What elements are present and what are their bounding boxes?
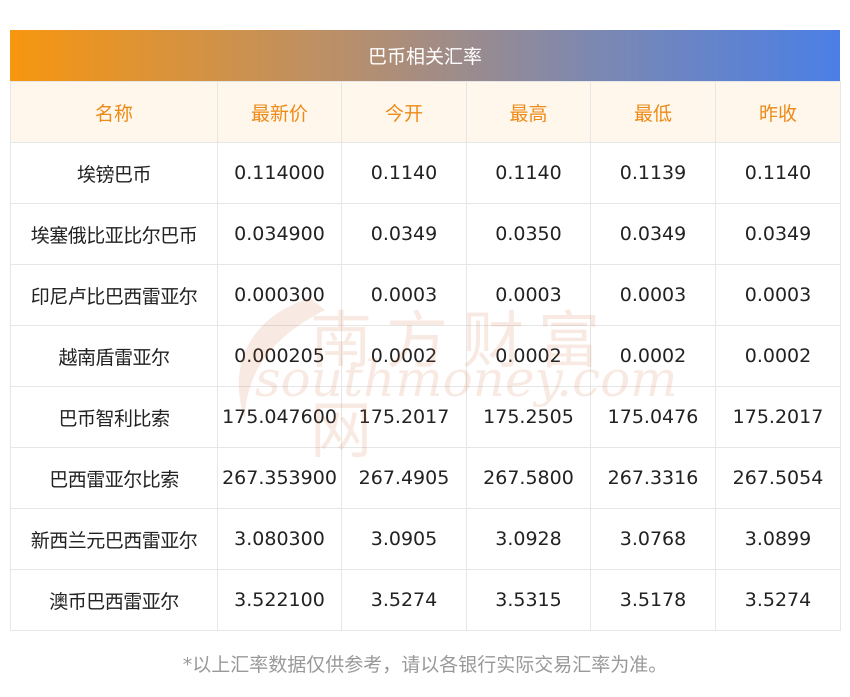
table-row: 越南盾雷亚尔 0.000205 0.0002 0.0002 0.0002 0.0… <box>10 325 841 387</box>
column-header-name: 名称 <box>10 81 218 143</box>
low-price: 267.3316 <box>590 447 716 509</box>
open-price: 3.5274 <box>341 569 467 631</box>
table-header-row: 名称 最新价 今开 最高 最低 昨收 <box>10 81 841 143</box>
table-row: 新西兰元巴西雷亚尔 3.080300 3.0905 3.0928 3.0768 … <box>10 508 841 570</box>
currency-pair-name: 巴币智利比索 <box>10 386 218 448</box>
column-header-low: 最低 <box>590 81 716 143</box>
latest-price: 0.114000 <box>217 142 342 204</box>
table-title-banner: 巴币相关汇率 <box>10 30 840 81</box>
high-price: 267.5800 <box>466 447 591 509</box>
column-header-latest: 最新价 <box>217 81 342 143</box>
high-price: 175.2505 <box>466 386 591 448</box>
open-price: 0.0003 <box>341 264 467 326</box>
table-row: 巴西雷亚尔比索 267.353900 267.4905 267.5800 267… <box>10 447 841 509</box>
prev-close-price: 0.0003 <box>715 264 841 326</box>
low-price: 0.0003 <box>590 264 716 326</box>
prev-close-price: 0.0002 <box>715 325 841 387</box>
currency-pair-name: 埃塞俄比亚比尔巴币 <box>10 203 218 265</box>
column-header-open: 今开 <box>341 81 467 143</box>
low-price: 0.0002 <box>590 325 716 387</box>
prev-close-price: 3.0899 <box>715 508 841 570</box>
column-header-prev-close: 昨收 <box>715 81 841 143</box>
latest-price: 267.353900 <box>217 447 342 509</box>
low-price: 0.1139 <box>590 142 716 204</box>
high-price: 3.5315 <box>466 569 591 631</box>
currency-pair-name: 越南盾雷亚尔 <box>10 325 218 387</box>
latest-price: 175.047600 <box>217 386 342 448</box>
high-price: 0.0350 <box>466 203 591 265</box>
disclaimer-footnote: *以上汇率数据仅供参考，请以各银行实际交易汇率为准。 <box>182 654 668 676</box>
table-title: 巴币相关汇率 <box>367 46 482 68</box>
table-row: 澳币巴西雷亚尔 3.522100 3.5274 3.5315 3.5178 3.… <box>10 569 841 631</box>
currency-pair-name: 埃镑巴币 <box>10 142 218 204</box>
high-price: 0.0002 <box>466 325 591 387</box>
currency-pair-name: 巴西雷亚尔比索 <box>10 447 218 509</box>
low-price: 3.0768 <box>590 508 716 570</box>
high-price: 0.1140 <box>466 142 591 204</box>
open-price: 0.0002 <box>341 325 467 387</box>
table-row: 埃塞俄比亚比尔巴币 0.034900 0.0349 0.0350 0.0349 … <box>10 203 841 265</box>
currency-pair-name: 印尼卢比巴西雷亚尔 <box>10 264 218 326</box>
currency-pair-name: 澳币巴西雷亚尔 <box>10 569 218 631</box>
exchange-rate-table: 名称 最新价 今开 最高 最低 昨收 埃镑巴币 0.114000 0.1140 … <box>10 81 841 631</box>
prev-close-price: 3.5274 <box>715 569 841 631</box>
high-price: 0.0003 <box>466 264 591 326</box>
table-row: 印尼卢比巴西雷亚尔 0.000300 0.0003 0.0003 0.0003 … <box>10 264 841 326</box>
low-price: 3.5178 <box>590 569 716 631</box>
prev-close-price: 267.5054 <box>715 447 841 509</box>
prev-close-price: 0.1140 <box>715 142 841 204</box>
prev-close-price: 175.2017 <box>715 386 841 448</box>
table-row: 巴币智利比索 175.047600 175.2017 175.2505 175.… <box>10 386 841 448</box>
column-header-high: 最高 <box>466 81 591 143</box>
open-price: 175.2017 <box>341 386 467 448</box>
prev-close-price: 0.0349 <box>715 203 841 265</box>
latest-price: 3.522100 <box>217 569 342 631</box>
latest-price: 3.080300 <box>217 508 342 570</box>
open-price: 267.4905 <box>341 447 467 509</box>
latest-price: 0.000300 <box>217 264 342 326</box>
table-row: 埃镑巴币 0.114000 0.1140 0.1140 0.1139 0.114… <box>10 142 841 204</box>
latest-price: 0.000205 <box>217 325 342 387</box>
latest-price: 0.034900 <box>217 203 342 265</box>
open-price: 0.0349 <box>341 203 467 265</box>
low-price: 175.0476 <box>590 386 716 448</box>
open-price: 3.0905 <box>341 508 467 570</box>
low-price: 0.0349 <box>590 203 716 265</box>
high-price: 3.0928 <box>466 508 591 570</box>
currency-pair-name: 新西兰元巴西雷亚尔 <box>10 508 218 570</box>
open-price: 0.1140 <box>341 142 467 204</box>
